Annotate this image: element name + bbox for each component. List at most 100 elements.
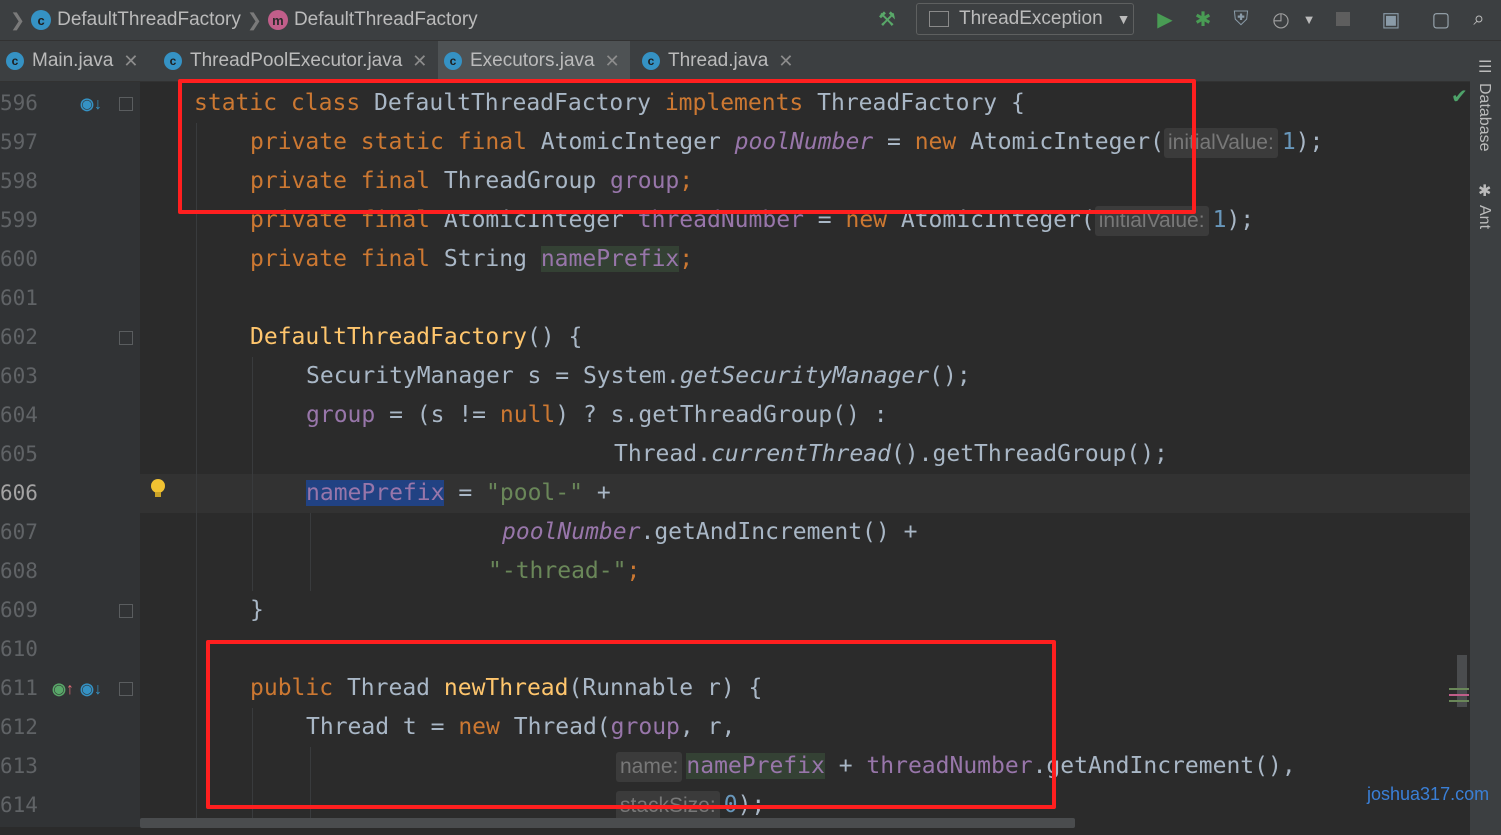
token: "pool-" — [486, 480, 583, 506]
breadcrumb-method[interactable]: DefaultThreadFactory — [294, 9, 478, 31]
line-number: 610 — [0, 637, 38, 661]
token: 1 — [1281, 129, 1296, 155]
watermark-text: joshua317.com — [1367, 784, 1490, 804]
close-icon[interactable]: ✕ — [778, 51, 793, 72]
indent-guide — [252, 357, 253, 591]
project-structure-icon[interactable]: ▣ — [1378, 6, 1404, 32]
method-icon: m — [267, 10, 288, 30]
token: ); — [1295, 129, 1324, 155]
implemented-gutter-icon[interactable]: ◉↓ — [80, 679, 102, 699]
debug-bug-icon[interactable]: ✱ — [1190, 6, 1216, 32]
chevron-right-icon: ❯ — [10, 9, 26, 30]
close-icon[interactable]: ✕ — [605, 51, 620, 72]
line-number: 600 — [0, 247, 38, 271]
tab-label: Main.java — [32, 50, 114, 71]
scroll-marker — [1449, 688, 1469, 690]
tab-threadpoolexecutor-java[interactable]: c ThreadPoolExecutor.java ✕ — [158, 41, 434, 81]
token: private final — [250, 246, 444, 272]
coverage-shield-icon[interactable]: ⛨ — [1228, 6, 1254, 32]
breadcrumb: ❯ c DefaultThreadFactory ❯ m DefaultThre… — [4, 0, 478, 40]
search-icon[interactable]: ⌕ — [1466, 6, 1492, 32]
breadcrumb-class[interactable]: DefaultThreadFactory — [57, 9, 241, 31]
token: DefaultThreadFactory — [250, 324, 527, 350]
run-config-label: ThreadException — [959, 8, 1103, 29]
build-hammer-icon[interactable]: ⚒ — [874, 6, 900, 32]
inspection-ok-check-icon[interactable]: ✔ — [1451, 84, 1468, 109]
token: currentThread — [710, 441, 891, 467]
token: ); — [1226, 207, 1255, 233]
line-number: 605 — [0, 442, 38, 466]
stop-icon[interactable] — [1330, 6, 1356, 32]
code-line-608: "-thread-"; — [488, 552, 640, 591]
class-icon: c — [31, 10, 52, 30]
tab-label: ThreadPoolExecutor.java — [190, 50, 403, 71]
code-line-609: } — [250, 591, 264, 630]
token: (); — [929, 363, 971, 389]
code-line-603: SecurityManager s = System.getSecurityMa… — [306, 357, 971, 396]
token: namePrefix — [306, 480, 445, 506]
horizontal-scrollbar[interactable] — [140, 818, 1075, 828]
token: poolNumber — [502, 519, 641, 545]
line-number: 609 — [0, 598, 38, 622]
override-gutter-icon[interactable]: ◉↑ — [52, 679, 74, 699]
token: 1 — [1212, 207, 1227, 233]
ant-icon[interactable]: ✱ — [1478, 181, 1491, 201]
profiler-icon[interactable]: ◴ — [1268, 6, 1294, 32]
database-tool-label[interactable]: Database — [1475, 83, 1493, 152]
database-icon[interactable]: ☰ — [1478, 57, 1492, 77]
code-line-602: DefaultThreadFactory() { — [250, 318, 582, 357]
close-icon[interactable]: ✕ — [123, 51, 138, 72]
line-number: 614 — [0, 793, 38, 817]
scroll-marker — [1449, 700, 1469, 702]
tab-thread-java[interactable]: c Thread.java ✕ — [636, 41, 812, 81]
code-line-600: private final String namePrefix; — [250, 240, 693, 279]
line-number: 604 — [0, 403, 38, 427]
indent-guide — [310, 513, 311, 591]
line-number: 603 — [0, 364, 38, 388]
tab-main-java[interactable]: c Main.java ✕ — [0, 41, 148, 81]
fold-marker-icon[interactable] — [119, 682, 133, 696]
java-class-icon: c — [642, 52, 660, 70]
ant-tool-label[interactable]: Ant — [1475, 205, 1493, 229]
line-number: 601 — [0, 286, 38, 310]
tab-executors-java[interactable]: c Executors.java ✕ — [438, 41, 630, 81]
run-icon[interactable]: ▶ — [1152, 6, 1178, 32]
scroll-marker — [1449, 694, 1469, 696]
token: Thread. — [614, 441, 711, 467]
fold-marker-icon[interactable] — [119, 97, 133, 111]
line-number: 611 — [0, 676, 38, 700]
terminal-icon[interactable]: ▢ — [1428, 6, 1454, 32]
tab-label: Executors.java — [470, 50, 595, 71]
line-number: 596 — [0, 91, 38, 115]
line-number: 597 — [0, 130, 38, 154]
java-class-icon: c — [164, 52, 182, 70]
line-number: 607 — [0, 520, 38, 544]
token: + — [582, 480, 611, 506]
line-number-current: 606 — [0, 481, 38, 505]
tab-label: Thread.java — [668, 50, 769, 71]
run-configuration-select[interactable]: ThreadException ▼ — [916, 3, 1134, 35]
close-icon[interactable]: ✕ — [412, 51, 427, 72]
more-dropdown-icon[interactable]: ▼ — [1296, 6, 1322, 32]
line-number: 613 — [0, 754, 38, 778]
token: = (s != — [375, 402, 500, 428]
navigation-bar: ❯ c DefaultThreadFactory ❯ m DefaultThre… — [0, 0, 1501, 41]
line-number: 598 — [0, 169, 38, 193]
fold-marker-icon[interactable] — [119, 604, 133, 618]
fold-marker-icon[interactable] — [119, 331, 133, 345]
java-class-icon: c — [444, 52, 462, 70]
line-number: 608 — [0, 559, 38, 583]
dropdown-arrow-icon: ▼ — [1116, 11, 1131, 27]
token: () { — [526, 324, 583, 350]
token: null — [499, 402, 556, 428]
token: ) ? s.getThreadGroup() : — [555, 402, 888, 428]
token: .getAndIncrement(), — [1032, 753, 1296, 779]
implements-gutter-icon[interactable]: ◉↓ — [80, 94, 102, 114]
line-number: 612 — [0, 715, 38, 739]
token: ; — [626, 558, 641, 584]
token: ; — [679, 246, 694, 272]
token: ().getThreadGroup(); — [890, 441, 1168, 467]
token: .getAndIncrement() + — [640, 519, 918, 545]
code-line-605: Thread.currentThread().getThreadGroup(); — [614, 435, 1168, 474]
intention-bulb-icon[interactable] — [150, 478, 166, 500]
